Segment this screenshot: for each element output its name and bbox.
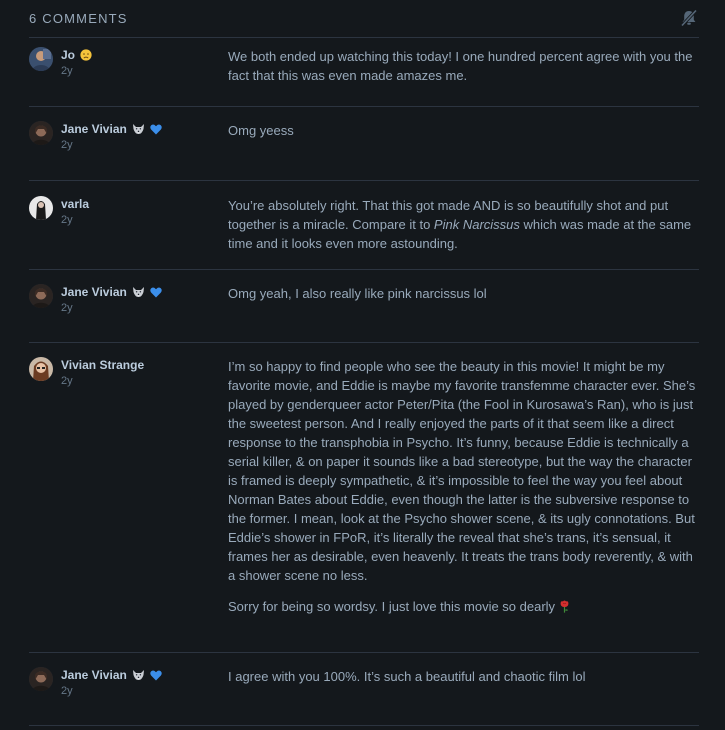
- rose-emoji-icon: [559, 599, 570, 618]
- comment-paragraph: You’re absolutely right. That this got m…: [228, 196, 700, 253]
- author-line: Jane Vivian: [61, 667, 162, 683]
- wolf-emoji-icon: [132, 286, 145, 298]
- comment-paragraph: Omg yeess: [228, 123, 294, 138]
- blue-heart-emoji-icon: [150, 670, 162, 681]
- sad-face-emoji-icon: [80, 49, 92, 61]
- divider: [29, 180, 699, 181]
- avatar[interactable]: [29, 284, 53, 308]
- comment-body: You’re absolutely right. That this got m…: [228, 196, 700, 265]
- author-name[interactable]: Jane Vivian: [61, 285, 127, 299]
- comment-body: I’m so happy to find people who see the …: [228, 357, 700, 630]
- avatar[interactable]: [29, 47, 53, 71]
- comment-timestamp[interactable]: 2y: [61, 302, 73, 314]
- wolf-emoji-icon: [132, 669, 145, 681]
- comment-timestamp[interactable]: 2y: [61, 65, 73, 77]
- divider: [29, 652, 699, 653]
- comment-timestamp[interactable]: 2y: [61, 375, 73, 387]
- comment-timestamp[interactable]: 2y: [61, 685, 73, 697]
- comment-body: We both ended up watching this today! I …: [228, 47, 700, 97]
- divider: [29, 106, 699, 107]
- comment-text: Sorry for being so wordsy. I just love t…: [228, 599, 556, 614]
- author-name[interactable]: Jane Vivian: [61, 668, 127, 682]
- comment-paragraph: Omg yeah, I also really like pink narcis…: [228, 286, 487, 301]
- divider: [29, 269, 699, 270]
- wolf-emoji-icon: [132, 123, 145, 135]
- avatar[interactable]: [29, 667, 53, 691]
- author-line: Jane Vivian: [61, 121, 162, 137]
- author-name[interactable]: varla: [61, 197, 89, 211]
- comment-paragraph: I agree with you 100%. It’s such a beaut…: [228, 669, 586, 684]
- divider: [29, 725, 699, 726]
- comment-body: I agree with you 100%. It’s such a beaut…: [228, 667, 700, 698]
- divider: [29, 342, 699, 343]
- comments-section: 6 COMMENTS Jo 2y We both ended up watchi…: [0, 0, 725, 730]
- film-title-italic: Pink Narcissus: [433, 217, 520, 232]
- comment-timestamp[interactable]: 2y: [61, 214, 73, 226]
- author-name[interactable]: Vivian Strange: [61, 358, 144, 372]
- comment-paragraph: I’m so happy to find people who see the …: [228, 359, 696, 583]
- author-name[interactable]: Jo: [61, 48, 75, 62]
- comment-body: Omg yeess: [228, 121, 700, 152]
- comments-count-title: 6 COMMENTS: [29, 11, 128, 26]
- blue-heart-emoji-icon: [150, 287, 162, 298]
- comment-paragraph: We both ended up watching this today! I …: [228, 49, 693, 83]
- author-name[interactable]: Jane Vivian: [61, 122, 127, 136]
- author-line: Jo: [61, 47, 92, 63]
- comment-paragraph: Sorry for being so wordsy. I just love t…: [228, 597, 700, 618]
- avatar[interactable]: [29, 196, 53, 220]
- author-line: varla: [61, 196, 89, 212]
- bell-slash-icon[interactable]: [679, 8, 699, 28]
- comment-body: Omg yeah, I also really like pink narcis…: [228, 284, 700, 315]
- avatar[interactable]: [29, 121, 53, 145]
- divider: [29, 37, 699, 38]
- comments-header: 6 COMMENTS: [29, 8, 699, 38]
- comment-timestamp[interactable]: 2y: [61, 139, 73, 151]
- blue-heart-emoji-icon: [150, 124, 162, 135]
- avatar[interactable]: [29, 357, 53, 381]
- author-line: Jane Vivian: [61, 284, 162, 300]
- author-line: Vivian Strange: [61, 357, 144, 373]
